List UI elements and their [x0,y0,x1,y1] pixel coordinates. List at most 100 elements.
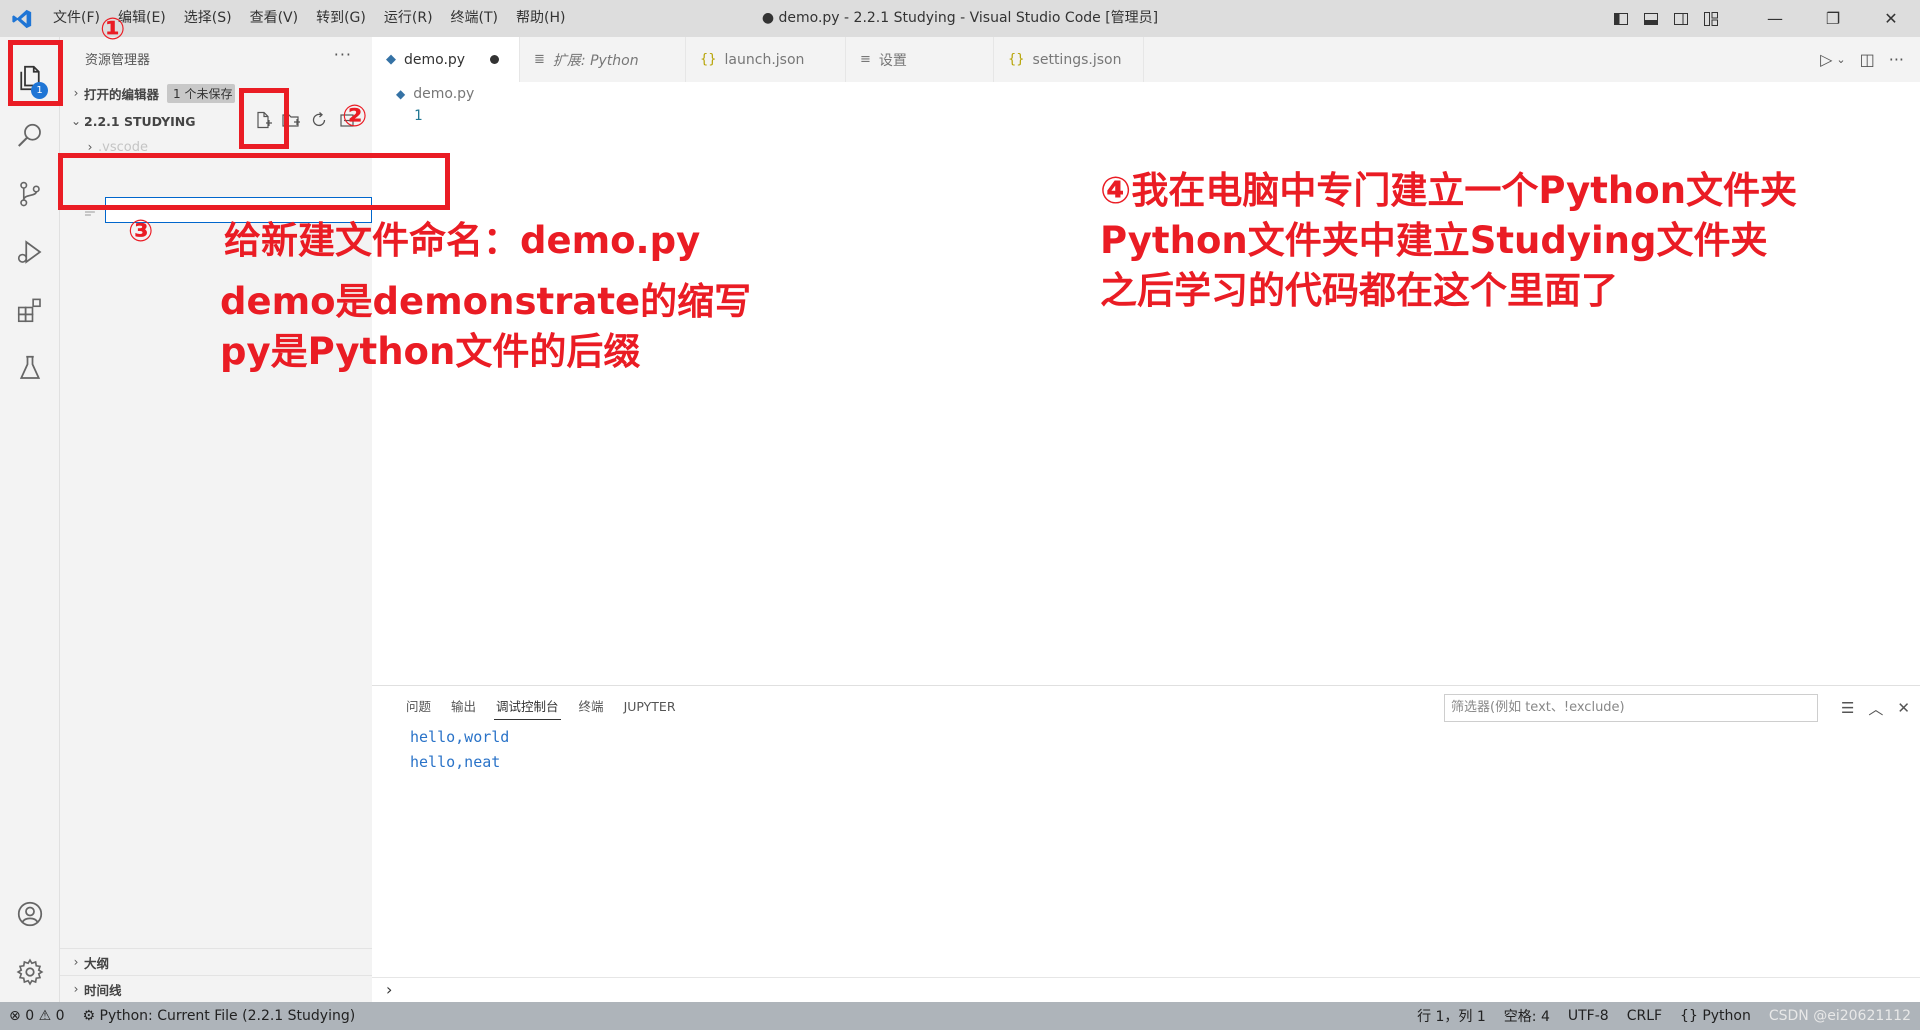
console-output-line: hello,world [410,728,510,746]
editor-tabs: ◆ demo.py ≣ 扩展: Python {} launch.json ≡ … [372,37,1920,82]
search-icon[interactable] [0,107,60,165]
folder-label: 2.2.1 STUDYING [84,113,196,129]
activity-bar: 1 [0,37,60,1002]
encoding[interactable]: UTF-8 [1559,1008,1618,1024]
outline-label: 大纲 [84,955,110,971]
python-icon: ◆ [386,52,396,67]
unsaved-dot-icon[interactable] [490,55,500,64]
menu-view[interactable]: 查看(V) [241,0,308,37]
timeline-label: 时间线 [84,982,122,998]
clear-console-icon[interactable]: ☰ [1841,699,1854,717]
toggle-panel-icon[interactable] [1636,0,1666,37]
bottom-panel: 问题 输出 调试控制台 终端 JUPYTER 筛选器(例如 text、!excl… [372,685,1920,977]
tab-debug-console[interactable]: 调试控制台 [486,686,569,728]
close-window-button[interactable]: ✕ [1862,0,1920,37]
annotation-box-rename [58,153,450,210]
chevron-right-icon: › [73,86,79,100]
toggle-secondary-sidebar-icon[interactable] [1666,0,1696,37]
tab-jupyter[interactable]: JUPYTER [614,686,686,728]
annotation-box-explorer [8,40,63,106]
tab-settings[interactable]: ≡ 设置 [846,37,994,82]
extensions-icon: ≣ [534,52,545,67]
error-count: 0 [25,1008,35,1024]
open-editors-label: 打开的编辑器 [84,86,160,102]
annotation-number-1: ① [100,12,126,47]
menu-selection[interactable]: 选择(S) [175,0,241,37]
outline-section[interactable]: › 大纲 [60,948,372,975]
tab-terminal[interactable]: 终端 [569,686,614,728]
extensions-icon[interactable] [0,281,60,339]
unsaved-badge: 1 个未保存 [167,83,236,103]
run-dropdown-chevron-icon[interactable]: ⌄ [1836,53,1845,66]
run-file-icon[interactable]: ▷ [1820,50,1832,69]
breadcrumb: ◆ demo.py [372,82,474,106]
annotation-box-new-file [239,88,289,149]
console-output-line: hello,neat [410,753,501,771]
menu-help[interactable]: 帮助(H) [507,0,574,37]
watermark: CSDN @ei20621112 [1768,1008,1911,1024]
run-config-status[interactable]: ⚙ Python: Current File (2.2.1 Studying) [74,1008,365,1024]
customize-layout-icon[interactable] [1696,0,1726,37]
run-config-label: Python: Current File (2.2.1 Studying) [99,1008,356,1024]
split-editor-icon[interactable]: ◫ [1860,50,1875,69]
language-mode[interactable]: {} Python [1671,1008,1760,1024]
json-icon: {} [700,52,717,67]
annotation-4-line2: Python文件夹中建立Studying文件夹 [1100,219,1768,262]
vscode-logo-icon [0,0,44,37]
breadcrumb-file[interactable]: demo.py [413,86,474,102]
testing-flask-icon[interactable] [0,339,60,397]
restore-button[interactable]: ❐ [1804,0,1862,37]
tab-settings-json[interactable]: {} settings.json [994,37,1144,82]
open-editors-section[interactable]: › 打开的编辑器 1 个未保存 [60,79,372,107]
json-icon: {} [1008,52,1025,67]
repl-prompt-icon: › [386,980,393,999]
problems-status[interactable]: ⊗ 0 ⚠ 0 [0,1008,74,1024]
tab-demo-py[interactable]: ◆ demo.py [372,37,520,82]
maximize-panel-icon[interactable]: ︿ [1868,698,1883,719]
tab-launch-json[interactable]: {} launch.json [686,37,846,82]
tab-label: demo.py [404,51,466,68]
warning-icon: ⚠ [38,1008,52,1024]
chevron-right-icon: › [73,955,79,969]
warning-count: 0 [55,1008,65,1024]
tab-output[interactable]: 输出 [441,686,486,728]
account-icon[interactable] [0,885,60,943]
close-panel-icon[interactable]: ✕ [1897,699,1910,717]
indentation[interactable]: 空格: 4 [1495,1006,1559,1026]
annotation-4-line1: ④我在电脑中专门建立一个Python文件夹 [1100,169,1798,212]
title-bar: 文件(F) 编辑(E) 选择(S) 查看(V) 转到(G) 运行(R) 终端(T… [0,0,1920,37]
filter-input[interactable]: 筛选器(例如 text、!exclude) [1444,694,1818,722]
menu-terminal[interactable]: 终端(T) [442,0,507,37]
folder-section[interactable]: ⌄ 2.2.1 STUDYING [60,107,372,135]
editor-more-icon[interactable]: ··· [1889,50,1904,69]
more-actions-button[interactable]: ··· [334,45,352,64]
source-control-icon[interactable] [0,165,60,223]
chevron-right-icon: › [87,140,93,154]
error-icon: ⊗ [9,1008,21,1024]
tab-problems[interactable]: 问题 [396,686,441,728]
menu-go[interactable]: 转到(G) [307,0,375,37]
toggle-sidebar-icon[interactable] [1606,0,1636,37]
run-debug-icon[interactable] [0,223,60,281]
minimize-button[interactable]: — [1746,0,1804,37]
annotation-demo-text: demo是demonstrate的缩写 [220,280,752,323]
end-of-line[interactable]: CRLF [1618,1008,1671,1024]
annotation-number-3: ③ [128,214,154,249]
line-number: 1 [414,108,423,124]
tab-label: 扩展: Python [552,52,639,69]
explorer-title: 资源管理器 [85,52,151,68]
annotation-number-2: ② [342,99,368,134]
tab-label: 设置 [878,52,907,69]
chevron-down-icon: ⌄ [70,114,82,128]
settings-file-icon: ≡ [860,52,871,67]
status-bar: ⊗ 0 ⚠ 0 ⚙ Python: Current File (2.2.1 St… [0,1002,1920,1030]
menu-run[interactable]: 运行(R) [375,0,442,37]
cursor-position[interactable]: 行 1，列 1 [1408,1006,1495,1026]
tab-label: settings.json [1032,51,1122,68]
repl-input[interactable]: › [372,977,1920,1002]
timeline-section[interactable]: › 时间线 [60,975,372,1002]
tab-extension-python[interactable]: ≣ 扩展: Python [520,37,686,82]
refresh-icon[interactable] [309,110,329,133]
manage-gear-icon[interactable] [0,943,60,1001]
window-title: ● demo.py - 2.2.1 Studying - Visual Stud… [761,10,1159,26]
